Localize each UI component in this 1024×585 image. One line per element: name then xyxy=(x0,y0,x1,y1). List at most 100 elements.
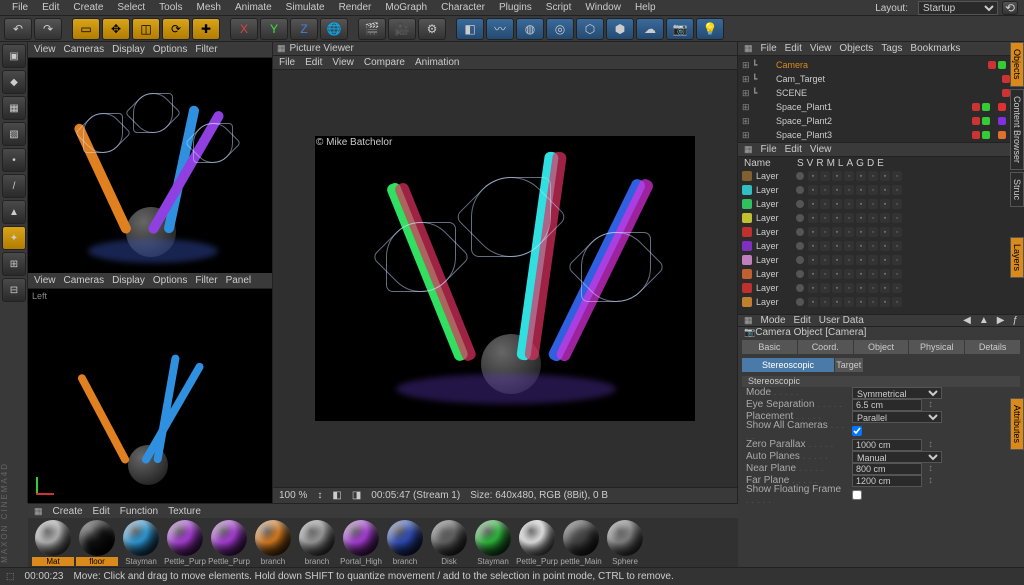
object-row[interactable]: ⊞ ┗Cam_Target xyxy=(742,72,1020,86)
material-swatch[interactable]: Pettle_Purp xyxy=(208,520,250,566)
menu-animate[interactable]: Animate xyxy=(229,2,278,13)
stepper-icon[interactable]: ↕ xyxy=(928,399,936,410)
pv-animation[interactable]: Animation xyxy=(415,57,459,68)
pv-view[interactable]: View xyxy=(332,57,354,68)
layer-list[interactable]: Layer▪▫▪▫▪▫▪▫Layer▪▫▪▫▪▫▪▫Layer▪▫▪▫▪▫▪▫L… xyxy=(738,169,1024,309)
viewport-left[interactable]: Left xyxy=(28,289,272,504)
layout-dropdown[interactable]: Startup xyxy=(918,1,998,15)
object-manager[interactable]: ⊞ ┗Camera⊞ ┗Cam_Target⊞ ┗SCENE⊞ Space_Pl… xyxy=(738,56,1024,142)
material-swatch[interactable]: branch xyxy=(296,520,338,566)
prop-place[interactable]: Parallel xyxy=(852,411,942,423)
prop-zero[interactable] xyxy=(852,439,922,451)
pv-compare[interactable]: Compare xyxy=(364,57,405,68)
material-swatch[interactable]: Portal_High xyxy=(340,520,382,566)
add-light-button[interactable]: 💡 xyxy=(696,18,724,40)
material-swatch[interactable]: Pettle_Purp xyxy=(164,520,206,566)
tab-basic[interactable]: Basic xyxy=(742,340,797,354)
vp2-filter[interactable]: Filter xyxy=(195,275,217,286)
vp2-panel[interactable]: Panel xyxy=(226,275,252,286)
menu-character[interactable]: Character xyxy=(435,2,491,13)
layer-row[interactable]: Layer▪▫▪▫▪▫▪▫ xyxy=(738,239,1024,253)
add-spline-button[interactable]: 〰 xyxy=(486,18,514,40)
menu-select[interactable]: Select xyxy=(111,2,151,13)
point-mode[interactable]: • xyxy=(2,148,26,172)
menu-mograph[interactable]: MoGraph xyxy=(379,2,433,13)
vp2-options[interactable]: Options xyxy=(153,275,187,286)
undo-button[interactable]: ↶ xyxy=(4,18,32,40)
rtab-structure[interactable]: Struc xyxy=(1010,172,1024,207)
menu-window[interactable]: Window xyxy=(579,2,627,13)
world-toggle[interactable]: 🌐 xyxy=(320,18,348,40)
material-swatch[interactable]: Pettle_Purp xyxy=(516,520,558,566)
object-row[interactable]: ⊞ ┗Camera xyxy=(742,58,1020,72)
select-tool[interactable]: ▭ xyxy=(72,18,100,40)
workplane-mode[interactable]: ▧ xyxy=(2,122,26,146)
y-axis-lock[interactable]: Y xyxy=(260,18,288,40)
am-edit[interactable]: Edit xyxy=(794,315,811,326)
pv-chan-b[interactable]: ◨ xyxy=(352,490,361,501)
mm-function[interactable]: Function xyxy=(120,506,158,517)
mm-texture[interactable]: Texture xyxy=(168,506,201,517)
object-row[interactable]: ⊞ ┗SCENE xyxy=(742,86,1020,100)
rtab-attributes[interactable]: Attributes xyxy=(1010,398,1024,450)
menu-help[interactable]: Help xyxy=(629,2,662,13)
prop-showcam[interactable] xyxy=(852,426,862,436)
rtab-objects[interactable]: Objects xyxy=(1010,42,1024,87)
menu-render[interactable]: Render xyxy=(333,2,378,13)
om-view[interactable]: View xyxy=(810,43,832,54)
prop-mode[interactable]: Symmetrical xyxy=(852,387,942,399)
prop-near[interactable] xyxy=(852,463,922,475)
nav-back-icon[interactable]: ◀ xyxy=(963,315,971,326)
menu-simulate[interactable]: Simulate xyxy=(280,2,331,13)
vp2-cameras[interactable]: Cameras xyxy=(64,275,105,286)
material-swatch[interactable]: floor xyxy=(76,520,118,566)
stepper-icon[interactable]: ↕ xyxy=(928,475,936,486)
add-generator2-button[interactable]: ◎ xyxy=(546,18,574,40)
layout-reset-button[interactable]: ⟲ xyxy=(1002,1,1018,15)
tab-stereoscopic[interactable]: Stereoscopic xyxy=(742,358,834,372)
rtab-layers[interactable]: Layers xyxy=(1010,237,1024,278)
lm-file[interactable]: File xyxy=(761,144,777,155)
lm-edit[interactable]: Edit xyxy=(785,144,802,155)
prop-autop[interactable]: Manual xyxy=(852,451,942,463)
viewport-perspective[interactable] xyxy=(28,58,272,273)
model-mode[interactable]: ◆ xyxy=(2,70,26,94)
vp1-cameras[interactable]: Cameras xyxy=(64,44,105,55)
add-primitive-button[interactable]: ◧ xyxy=(456,18,484,40)
om-objects[interactable]: Objects xyxy=(839,43,873,54)
pv-file[interactable]: File xyxy=(279,57,295,68)
render-pv-button[interactable]: 🎥 xyxy=(388,18,416,40)
texture-mode[interactable]: ▦ xyxy=(2,96,26,120)
menu-file[interactable]: File xyxy=(6,2,34,13)
layer-row[interactable]: Layer▪▫▪▫▪▫▪▫ xyxy=(738,169,1024,183)
vp1-filter[interactable]: Filter xyxy=(195,44,217,55)
stepper-icon[interactable]: ↕ xyxy=(928,463,936,474)
vp1-display[interactable]: Display xyxy=(112,44,145,55)
add-subdiv-button[interactable]: ⬡ xyxy=(576,18,604,40)
render-settings-button[interactable]: ⚙ xyxy=(418,18,446,40)
material-swatch[interactable]: Mat xyxy=(32,520,74,566)
material-swatch[interactable]: Sphere xyxy=(604,520,646,566)
om-bookmarks[interactable]: Bookmarks xyxy=(910,43,960,54)
om-tags[interactable]: Tags xyxy=(881,43,902,54)
stepper-icon[interactable]: ↕ xyxy=(928,439,936,450)
mm-create[interactable]: Create xyxy=(53,506,83,517)
material-swatch[interactable]: branch xyxy=(252,520,294,566)
material-swatch[interactable]: Stayman xyxy=(472,520,514,566)
pv-edit[interactable]: Edit xyxy=(305,57,322,68)
menu-mesh[interactable]: Mesh xyxy=(191,2,227,13)
menu-plugins[interactable]: Plugins xyxy=(493,2,538,13)
add-camera-button[interactable]: 📷 xyxy=(666,18,694,40)
material-swatch[interactable]: pettle_Main xyxy=(560,520,602,566)
om-edit[interactable]: Edit xyxy=(785,43,802,54)
tab-coord[interactable]: Coord. xyxy=(798,340,853,354)
vp2-display[interactable]: Display xyxy=(112,275,145,286)
object-row[interactable]: ⊞ Space_Plant1 xyxy=(742,100,1020,114)
nav-up-icon[interactable]: ▲ xyxy=(979,315,989,326)
add-generator-button[interactable]: ◍ xyxy=(516,18,544,40)
vp1-view[interactable]: View xyxy=(34,44,56,55)
material-swatch[interactable]: Disk xyxy=(428,520,470,566)
object-row[interactable]: ⊞ Space_Plant3 xyxy=(742,128,1020,142)
layer-row[interactable]: Layer▪▫▪▫▪▫▪▫ xyxy=(738,253,1024,267)
last-tool[interactable]: ✚ xyxy=(192,18,220,40)
